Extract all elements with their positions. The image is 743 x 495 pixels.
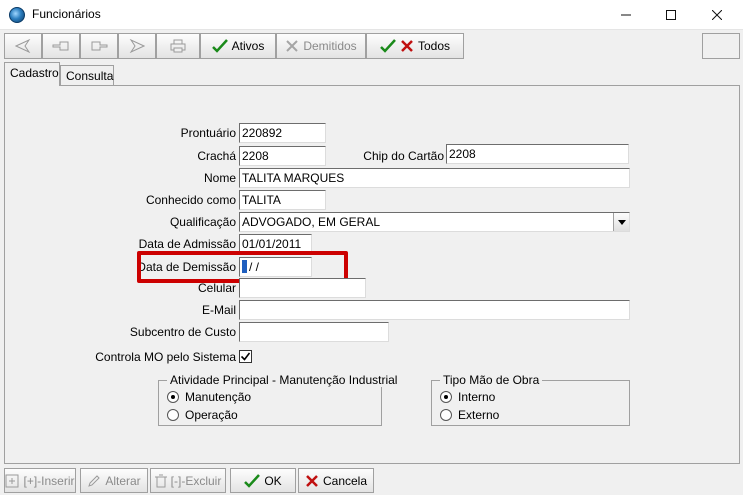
title-bar: Funcionários <box>0 0 743 30</box>
checkmark-icon <box>244 473 261 488</box>
ativos-label: Ativos <box>231 39 265 53</box>
cancela-label: Cancela <box>322 473 368 488</box>
nome-field[interactable]: TALITA MARQUES <box>239 168 630 188</box>
printer-icon <box>170 39 186 53</box>
radio-interno[interactable]: Interno <box>440 389 495 405</box>
arrow-left-icon <box>15 39 31 53</box>
trash-icon <box>154 474 167 487</box>
print-button[interactable] <box>156 33 200 59</box>
demitidos-label: Demitidos <box>303 39 357 53</box>
qualificacao-dropdown-button[interactable] <box>613 213 629 231</box>
tab-consulta[interactable]: Consulta <box>60 65 114 86</box>
atividade-title: Atividade Principal - Manutenção Industr… <box>167 373 401 387</box>
chip-label: Chip do Cartão <box>363 149 444 163</box>
checkmark-icon <box>241 352 250 361</box>
interno-label: Interno <box>458 390 496 404</box>
nome-label: Nome <box>203 171 236 185</box>
cancela-button[interactable]: Cancela <box>298 468 374 493</box>
radio-externo[interactable]: Externo <box>440 407 499 423</box>
radio-button-unchecked <box>440 409 452 421</box>
celular-label: Celular <box>197 281 236 295</box>
controla-checkbox[interactable] <box>239 350 252 363</box>
next-record-button[interactable] <box>80 33 118 59</box>
demitidos-button[interactable]: Demitidos <box>276 33 366 59</box>
todos-label: Todos <box>417 39 451 53</box>
close-icon <box>712 10 722 20</box>
pointing-hand-left-icon <box>52 41 69 51</box>
inserir-button[interactable]: [+]-Inserir <box>4 468 76 493</box>
chip-field[interactable]: 2208 <box>446 144 629 164</box>
prontuario-label: Prontuário <box>180 126 236 140</box>
dropdown-arrow-icon <box>617 219 626 225</box>
qualificacao-select[interactable]: ADVOGADO, EM GERAL <box>239 212 630 232</box>
x-mark-icon <box>306 474 318 487</box>
bottom-bar: [+]-Inserir Alterar [-]-Excluir OK Cance… <box>0 466 743 495</box>
ativos-button[interactable]: Ativos <box>200 33 276 59</box>
close-button[interactable] <box>694 0 740 30</box>
admissao-label: Data de Admissão <box>138 237 236 251</box>
manutencao-label: Manutenção <box>185 390 252 404</box>
qualificacao-value: ADVOGADO, EM GERAL <box>242 215 381 229</box>
toolbar: Ativos Demitidos Todos <box>0 30 743 62</box>
tipo-mao-groupbox: Tipo Mão de Obra Interno Externo <box>431 373 630 426</box>
app-icon <box>9 7 25 23</box>
checkmark-icon <box>211 39 228 53</box>
minimize-button[interactable] <box>603 0 649 30</box>
alterar-button[interactable]: Alterar <box>80 468 148 493</box>
tipo-mao-title: Tipo Mão de Obra <box>440 373 543 387</box>
edit-icon <box>88 474 101 487</box>
ok-button[interactable]: OK <box>230 468 296 493</box>
maximize-icon <box>666 10 676 20</box>
window-title: Funcionários <box>32 7 101 21</box>
tab-cadastro[interactable]: Cadastro <box>4 62 60 86</box>
conhecido-field[interactable]: TALITA <box>239 190 326 210</box>
toolbar-empty-button[interactable] <box>702 33 740 59</box>
first-record-button[interactable] <box>4 33 42 59</box>
atividade-groupbox: Atividade Principal - Manutenção Industr… <box>158 373 401 426</box>
conhecido-label: Conhecido como <box>145 193 236 207</box>
radio-manutencao[interactable]: Manutenção <box>167 389 251 405</box>
radio-button-checked <box>167 391 179 403</box>
prontuario-field[interactable]: 220892 <box>239 123 326 143</box>
radio-button-unchecked <box>167 409 179 421</box>
checkmark-icon <box>380 39 396 53</box>
cracha-field[interactable]: 2208 <box>239 146 326 166</box>
alterar-label: Alterar <box>105 473 141 488</box>
controla-label: Controla MO pelo Sistema <box>95 350 236 364</box>
pointing-hand-right-icon <box>91 41 108 51</box>
email-label: E-Mail <box>201 303 236 317</box>
radio-button-checked <box>440 391 452 403</box>
excluir-label: [-]-Excluir <box>170 473 222 488</box>
operacao-label: Operação <box>185 408 238 422</box>
x-mark-icon <box>401 40 413 52</box>
excluir-button[interactable]: [-]-Excluir <box>150 468 226 493</box>
email-field[interactable] <box>239 300 630 320</box>
celular-field[interactable] <box>239 278 366 298</box>
minimize-icon <box>621 14 631 16</box>
previous-record-button[interactable] <box>42 33 80 59</box>
insert-icon <box>5 474 19 487</box>
arrow-right-icon <box>129 39 145 53</box>
subcentro-label: Subcentro de Custo <box>129 325 236 339</box>
cracha-label: Crachá <box>197 149 236 163</box>
qualificacao-label: Qualificação <box>169 215 236 229</box>
ok-label: OK <box>264 473 282 488</box>
x-mark-icon <box>286 40 299 52</box>
radio-operacao[interactable]: Operação <box>167 407 238 423</box>
last-record-button[interactable] <box>118 33 156 59</box>
subcentro-field[interactable] <box>239 322 389 342</box>
inserir-label: [+]-Inserir <box>23 473 75 488</box>
todos-button[interactable]: Todos <box>366 33 464 59</box>
externo-label: Externo <box>458 408 500 422</box>
maximize-button[interactable] <box>648 0 694 30</box>
tab-strip: Cadastro Consulta <box>0 62 743 86</box>
